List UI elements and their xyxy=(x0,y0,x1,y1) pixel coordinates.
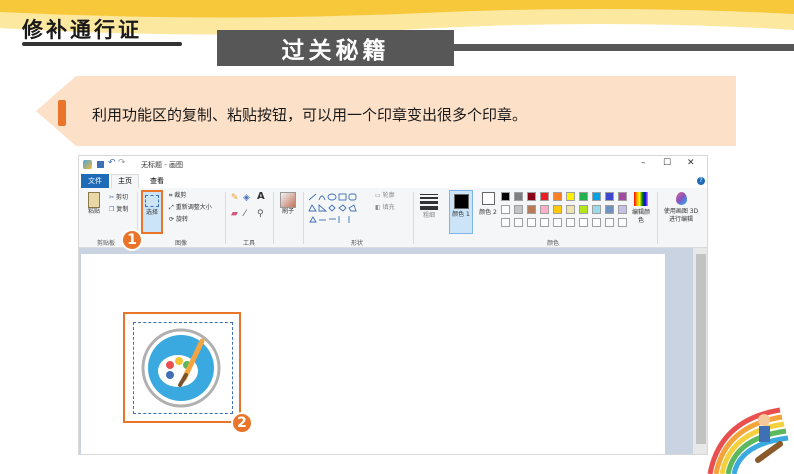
custom-color-slot[interactable] xyxy=(579,218,588,227)
separator xyxy=(413,192,414,244)
custom-color-slot[interactable] xyxy=(592,218,601,227)
rainbow-icon xyxy=(634,192,648,206)
callout-2: 2 xyxy=(231,412,253,434)
clipboard-icon xyxy=(88,192,100,208)
color1-swatch xyxy=(453,194,469,209)
redo-icon[interactable]: ↷ xyxy=(118,158,126,168)
close-button[interactable]: ✕ xyxy=(687,158,695,168)
brush-icon xyxy=(280,192,296,208)
resize-button[interactable]: ⤢ 重新调整大小 xyxy=(169,204,212,212)
color-swatch[interactable] xyxy=(618,205,627,214)
color-swatch[interactable] xyxy=(566,192,575,201)
paint3d-icon xyxy=(675,192,687,205)
crop-button[interactable]: ⌗ 裁剪 xyxy=(169,192,186,200)
title-rule xyxy=(454,44,794,51)
separator xyxy=(225,192,226,244)
color1-button[interactable]: 颜色 1 xyxy=(449,190,473,234)
group-label-colors: 颜色 xyxy=(547,240,560,247)
text-icon[interactable]: A xyxy=(257,192,265,202)
fill-dropdown[interactable]: ◧ 填充 xyxy=(375,204,395,212)
separator xyxy=(273,192,274,244)
ribbon-tabs: 文件 主页 查看 ? xyxy=(79,174,707,188)
color-swatch[interactable] xyxy=(579,205,588,214)
separator xyxy=(657,192,658,244)
paste-button[interactable]: 粘贴 xyxy=(83,192,105,216)
color-swatch[interactable] xyxy=(514,192,523,201)
color2-button[interactable]: 颜色 2 xyxy=(477,192,499,217)
logo-text: 修补通行证 xyxy=(22,18,142,42)
rainbow-decoration xyxy=(707,407,789,474)
brush-button[interactable]: 刷子 xyxy=(277,192,299,216)
color-swatch[interactable] xyxy=(501,192,510,201)
rotate-button[interactable]: ⟳ 旋转 xyxy=(169,216,188,224)
select-button[interactable]: 选择 xyxy=(141,190,163,234)
color-swatch[interactable] xyxy=(605,205,614,214)
select-rect-icon xyxy=(145,195,159,207)
logo-underline xyxy=(22,42,182,46)
color-palette xyxy=(501,192,631,232)
color-swatch[interactable] xyxy=(553,205,562,214)
help-icon[interactable]: ? xyxy=(697,177,705,185)
cut-button[interactable]: ✂ 剪切 xyxy=(109,194,128,202)
minimize-button[interactable]: – xyxy=(641,158,646,168)
callout-1: 1 xyxy=(121,229,143,251)
custom-color-slot[interactable] xyxy=(566,218,575,227)
color-swatch[interactable] xyxy=(553,192,562,201)
custom-color-slot[interactable] xyxy=(527,218,536,227)
fill-icon[interactable]: ◈ xyxy=(243,194,250,203)
window-title: 无标题 - 画图 xyxy=(141,161,183,169)
custom-color-slot[interactable] xyxy=(501,218,510,227)
color-picker-icon[interactable]: ⁄ xyxy=(244,210,246,219)
custom-color-slot[interactable] xyxy=(540,218,549,227)
color-swatch[interactable] xyxy=(592,192,601,201)
line-weight-icon xyxy=(420,194,438,210)
tab-view[interactable]: 查看 xyxy=(143,174,171,188)
color-swatch[interactable] xyxy=(527,192,536,201)
outline-dropdown[interactable]: ▭ 轮廓 xyxy=(375,192,395,200)
copy-icon: ❐ xyxy=(109,206,115,213)
shapes-gallery[interactable] xyxy=(307,192,369,226)
copy-button[interactable]: ❐ 复制 xyxy=(109,206,128,214)
group-label-tools: 工具 xyxy=(243,240,256,247)
color-swatch[interactable] xyxy=(579,192,588,201)
paint-app-icon xyxy=(83,160,92,169)
color-swatch[interactable] xyxy=(540,192,549,201)
color-swatch[interactable] xyxy=(605,192,614,201)
group-label-clipboard: 剪贴板 xyxy=(97,240,116,247)
size-button[interactable]: 粗细 xyxy=(419,192,439,220)
custom-color-slot[interactable] xyxy=(553,218,562,227)
title-bar: ↶ ↷ 无标题 - 画图 – ☐ ✕ xyxy=(79,156,707,174)
group-label-shapes: 形状 xyxy=(351,240,364,247)
edit-colors-button[interactable]: 编辑颜色 xyxy=(631,192,651,225)
color-swatch[interactable] xyxy=(566,205,575,214)
eraser-icon[interactable]: ▰ xyxy=(231,210,238,219)
scissors-icon: ✂ xyxy=(109,194,115,201)
color-swatch[interactable] xyxy=(527,205,536,214)
magnifier-icon[interactable]: ⚲ xyxy=(257,210,264,219)
paint3d-button[interactable]: 使用画图 3D 进行编辑 xyxy=(661,192,701,224)
color-swatch[interactable] xyxy=(618,192,627,201)
ribbon: 粘贴 ✂ 剪切 ❐ 复制 剪贴板 选择 ⌗ 裁剪 ⤢ 重新调整大小 ⟳ 旋转 图… xyxy=(79,188,707,248)
custom-color-slot[interactable] xyxy=(605,218,614,227)
paint-stamp-image[interactable] xyxy=(140,327,222,409)
color-swatch[interactable] xyxy=(540,205,549,214)
tab-file[interactable]: 文件 xyxy=(81,174,109,188)
custom-color-slot[interactable] xyxy=(514,218,523,227)
group-label-image: 图像 xyxy=(175,240,188,247)
maximize-button[interactable]: ☐ xyxy=(663,158,671,168)
custom-color-slot[interactable] xyxy=(618,218,627,227)
save-icon[interactable] xyxy=(97,161,104,168)
pencil-icon[interactable]: ✎ xyxy=(231,194,239,203)
instruction-text: 利用功能区的复制、粘贴按钮，可以用一个印章变出很多个印章。 xyxy=(92,106,528,124)
separator xyxy=(303,192,304,244)
color2-swatch xyxy=(481,192,495,205)
undo-icon[interactable]: ↶ xyxy=(108,158,116,168)
color-swatch[interactable] xyxy=(514,205,523,214)
tab-home[interactable]: 主页 xyxy=(111,174,139,188)
color-swatch[interactable] xyxy=(501,205,510,214)
page-title: 过关秘籍 xyxy=(217,30,454,66)
color-swatch[interactable] xyxy=(592,205,601,214)
